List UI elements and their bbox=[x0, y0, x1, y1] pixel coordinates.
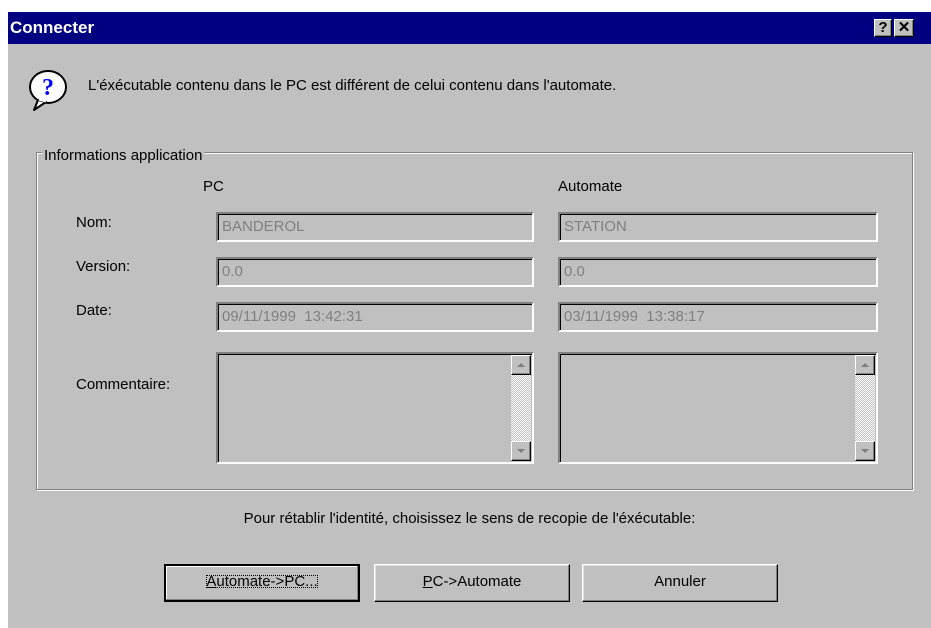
value-nom-automate: STATION bbox=[564, 218, 627, 235]
column-header-pc: PC bbox=[203, 178, 224, 195]
close-button[interactable]: ✕ bbox=[894, 19, 914, 37]
message-text: L'éxécutable contenu dans le PC est diff… bbox=[88, 77, 617, 94]
arrow-up-icon bbox=[517, 363, 525, 367]
svg-text:?: ? bbox=[42, 75, 54, 101]
scroll-down-button[interactable] bbox=[855, 441, 875, 461]
value-date-automate: 03/11/1999 13:38:17 bbox=[564, 308, 705, 325]
arrow-down-icon bbox=[861, 449, 869, 453]
annuler-button[interactable]: Annuler bbox=[582, 564, 778, 602]
window-title: Connecter bbox=[10, 18, 95, 37]
column-header-automate: Automate bbox=[558, 178, 623, 195]
arrow-down-icon bbox=[517, 449, 525, 453]
button-label-rest: C->Automate bbox=[432, 573, 522, 590]
arrow-up-icon bbox=[861, 363, 869, 367]
connect-dialog: Connecter ? ✕ ? L'éxécutable contenu dan… bbox=[8, 12, 931, 628]
title-bar[interactable]: Connecter ? ✕ bbox=[8, 12, 931, 44]
value-date-pc: 09/11/1999 13:42:31 bbox=[222, 308, 363, 325]
comment-pc-textarea bbox=[216, 352, 534, 464]
mnemonic: A bbox=[206, 573, 217, 590]
button-label-rest: utomate->PC... bbox=[216, 573, 318, 590]
value-nom-pc: BANDEROL bbox=[222, 218, 305, 235]
scroll-up-button[interactable] bbox=[855, 355, 875, 375]
question-icon: ? bbox=[29, 70, 67, 111]
label-nom: Nom: bbox=[76, 214, 112, 231]
field-date-automate: 03/11/1999 13:38:17 bbox=[558, 302, 878, 332]
field-version-automate: 0.0 bbox=[558, 257, 878, 287]
help-button[interactable]: ? bbox=[874, 19, 892, 37]
field-version-pc: 0.0 bbox=[216, 257, 534, 287]
value-version-pc: 0.0 bbox=[222, 263, 243, 280]
automate-to-pc-button[interactable]: Automate->PC... bbox=[164, 564, 360, 602]
field-nom-automate: STATION bbox=[558, 212, 878, 242]
label-version: Version: bbox=[76, 258, 131, 275]
field-nom-pc: BANDEROL bbox=[216, 212, 534, 242]
field-date-pc: 09/11/1999 13:42:31 bbox=[216, 302, 534, 332]
group-label: Informations application bbox=[42, 147, 205, 164]
pc-to-automate-button[interactable]: PC->Automate bbox=[374, 564, 570, 602]
label-date: Date: bbox=[76, 302, 112, 319]
label-commentaire: Commentaire: bbox=[76, 376, 171, 393]
comment-automate-textarea bbox=[558, 352, 878, 464]
instruction-text: Pour rétablir l'identité, choisissez le … bbox=[243, 510, 696, 527]
scroll-down-button[interactable] bbox=[511, 441, 531, 461]
button-label: Automate->PC... bbox=[200, 569, 323, 594]
value-version-automate: 0.0 bbox=[564, 263, 585, 280]
scroll-up-button[interactable] bbox=[511, 355, 531, 375]
mnemonic: P bbox=[422, 573, 433, 590]
comment-automate-scrollbar[interactable] bbox=[855, 355, 875, 461]
comment-pc-scrollbar[interactable] bbox=[511, 355, 531, 461]
